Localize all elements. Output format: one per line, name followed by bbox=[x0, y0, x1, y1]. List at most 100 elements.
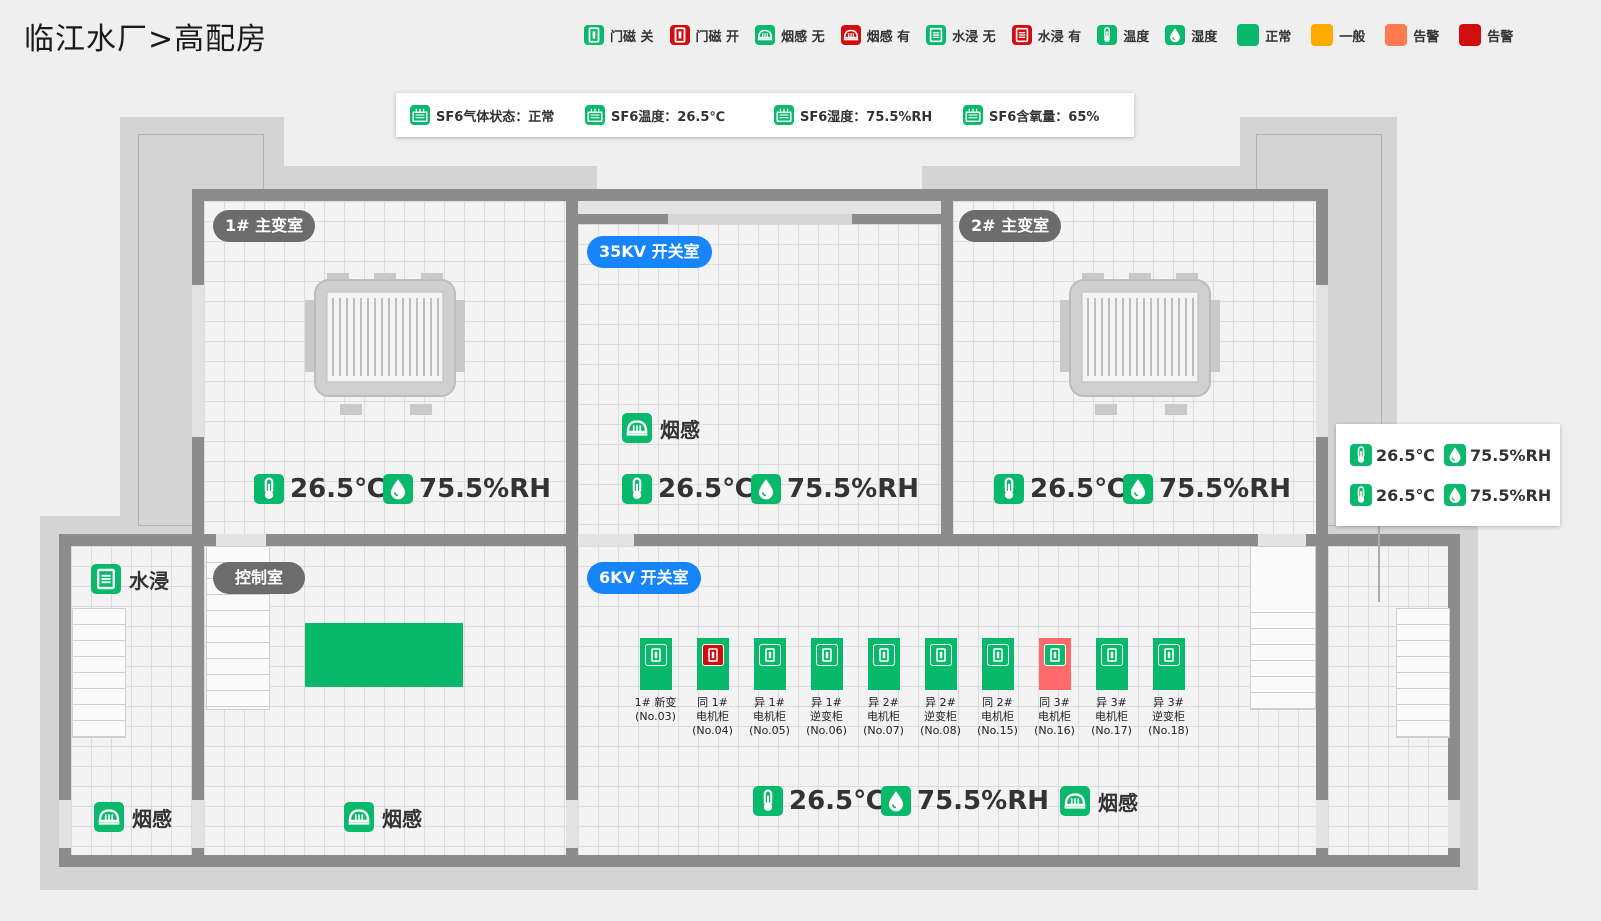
cabinet[interactable]: 同 2# 电机柜 (No.15) bbox=[970, 638, 1025, 738]
legend: 门磁 关 门磁 开 烟感 无 烟感 有 水浸 无 水浸 有 温度 湿度 正常 一… bbox=[584, 24, 1513, 46]
door-closed-icon bbox=[584, 25, 604, 45]
temperature-readout: 26.5℃ bbox=[622, 474, 754, 504]
water-leak-sensor[interactable]: 水浸 bbox=[91, 564, 169, 594]
humidity-readout: 75.5%RH bbox=[881, 786, 1049, 816]
sf6-icon bbox=[963, 105, 983, 125]
wall bbox=[192, 189, 1328, 201]
smoke-icon bbox=[840, 25, 861, 45]
cabinet-label: 异 1# 逆变柜 (No.06) bbox=[806, 696, 847, 737]
stairs bbox=[1250, 612, 1316, 710]
cabinet-body[interactable] bbox=[810, 638, 843, 690]
thermometer-icon bbox=[254, 474, 284, 504]
sf6-item: SF6温度：26.5℃ bbox=[585, 105, 774, 125]
cabinet-body[interactable] bbox=[1038, 638, 1071, 690]
door-gap bbox=[566, 800, 578, 848]
cabinet-body[interactable] bbox=[753, 638, 786, 690]
room-label-transformer-1[interactable]: 1# 主变室 bbox=[213, 210, 316, 242]
stairs-landing bbox=[1250, 546, 1316, 614]
cabinet[interactable]: 异 3# 电机柜 (No.17) bbox=[1084, 638, 1139, 738]
smoke-icon bbox=[344, 802, 374, 832]
cabinet-label: 异 2# 逆变柜 (No.08) bbox=[920, 696, 961, 737]
wall bbox=[59, 855, 1460, 867]
water-leak-icon bbox=[926, 25, 947, 45]
door-gap bbox=[192, 800, 204, 848]
door-closed-icon bbox=[758, 644, 781, 666]
smoke-icon bbox=[622, 413, 652, 443]
door-gap bbox=[192, 285, 204, 437]
status-general-swatch bbox=[1311, 24, 1334, 46]
door-open-icon bbox=[669, 25, 690, 45]
legend-label: 湿度 bbox=[1191, 29, 1218, 45]
room-label-control[interactable]: 控制室 bbox=[213, 562, 306, 594]
cabinet[interactable]: 1# 新变 (No.03) bbox=[628, 638, 683, 738]
cabinet-label: 异 3# 逆变柜 (No.18) bbox=[1148, 696, 1189, 737]
legend-label: 水浸 有 bbox=[1037, 29, 1082, 45]
wall bbox=[59, 534, 1460, 546]
side-sensor-panel: 26.5℃ 75.5%RH 26.5℃ 75.5%RH bbox=[1336, 424, 1560, 526]
status-warning-swatch bbox=[1385, 24, 1408, 46]
sf6-humidity: SF6湿度：75.5%RH bbox=[800, 109, 933, 125]
thermometer-icon bbox=[1350, 484, 1372, 506]
room-label-6kv[interactable]: 6KV 开关室 bbox=[587, 562, 701, 594]
side-panel-connector bbox=[1378, 520, 1380, 602]
sf6-oxygen: SF6含氧量：65% bbox=[989, 109, 1100, 125]
humidity-value: 75.5%RH bbox=[419, 474, 551, 504]
humidity-value: 75.5%RH bbox=[1159, 474, 1291, 504]
temperature-value: 26.5℃ bbox=[658, 474, 754, 504]
cabinet-body[interactable] bbox=[639, 638, 672, 690]
door-closed-icon bbox=[1100, 644, 1123, 666]
thermometer-icon bbox=[1350, 444, 1372, 466]
cabinet[interactable]: 异 1# 逆变柜 (No.06) bbox=[799, 638, 854, 738]
wall bbox=[566, 189, 578, 867]
cabinet-body[interactable] bbox=[867, 638, 900, 690]
sf6-icon bbox=[410, 105, 430, 125]
stairs bbox=[1396, 608, 1450, 738]
smoke-sensor[interactable]: 烟感 bbox=[622, 413, 700, 443]
smoke-sensor[interactable]: 烟感 bbox=[1060, 786, 1138, 816]
cabinet-body[interactable] bbox=[1095, 638, 1128, 690]
door-closed-icon bbox=[815, 644, 838, 666]
door-gap bbox=[216, 534, 266, 546]
cabinet-body[interactable] bbox=[1152, 638, 1185, 690]
humidity-value: 75.5%RH bbox=[1470, 445, 1552, 465]
thermometer-icon bbox=[994, 474, 1024, 504]
smoke-sensor-label: 烟感 bbox=[132, 806, 172, 831]
cabinet-label: 1# 新变 (No.03) bbox=[634, 696, 677, 723]
smoke-sensor-label: 烟感 bbox=[382, 806, 422, 831]
sf6-item: SF6含氧量：65% bbox=[963, 105, 1099, 125]
door-gap bbox=[1448, 800, 1460, 848]
humidity-icon bbox=[1444, 484, 1466, 506]
room-label-transformer-2[interactable]: 2# 主变室 bbox=[959, 210, 1062, 242]
water-leak-label: 水浸 bbox=[129, 568, 169, 593]
temperature-value: 26.5℃ bbox=[1030, 474, 1126, 504]
smoke-icon bbox=[1060, 786, 1090, 816]
cabinet[interactable]: 同 3# 电机柜 (No.16) bbox=[1027, 638, 1082, 738]
legend-label: 温度 bbox=[1123, 29, 1150, 45]
door-closed-icon bbox=[644, 644, 667, 666]
smoke-sensor[interactable]: 烟感 bbox=[344, 802, 422, 832]
humidity-readout: 75.5%RH bbox=[383, 474, 551, 504]
control-console[interactable] bbox=[305, 623, 463, 687]
cabinet[interactable]: 异 2# 逆变柜 (No.08) bbox=[913, 638, 968, 738]
transformer-icon[interactable] bbox=[1060, 268, 1220, 418]
cabinet-label: 同 1# 电机柜 (No.04) bbox=[692, 696, 733, 737]
cabinet-body[interactable] bbox=[981, 638, 1014, 690]
cabinet[interactable]: 同 1# 电机柜 (No.04) bbox=[685, 638, 740, 738]
door-gap bbox=[668, 214, 852, 224]
cabinet[interactable]: 异 3# 逆变柜 (No.18) bbox=[1141, 638, 1196, 738]
cabinet[interactable]: 异 1# 电机柜 (No.05) bbox=[742, 638, 797, 738]
cabinet[interactable]: 异 2# 电机柜 (No.07) bbox=[856, 638, 911, 738]
legend-label: 门磁 关 bbox=[610, 29, 654, 45]
room-label-35kv[interactable]: 35KV 开关室 bbox=[587, 236, 712, 268]
humidity-icon bbox=[1123, 474, 1153, 504]
cabinet-body[interactable] bbox=[696, 638, 729, 690]
legend-label: 烟感 无 bbox=[781, 29, 825, 45]
door-closed-icon bbox=[929, 644, 952, 666]
thermometer-icon bbox=[753, 786, 783, 816]
transformer-icon[interactable] bbox=[305, 268, 465, 418]
humidity-readout: 75.5%RH bbox=[751, 474, 919, 504]
smoke-sensor[interactable]: 烟感 bbox=[94, 802, 172, 832]
page-title: 临江水厂>高配房 bbox=[24, 22, 268, 57]
humidity-icon bbox=[1444, 444, 1466, 466]
cabinet-body[interactable] bbox=[924, 638, 957, 690]
